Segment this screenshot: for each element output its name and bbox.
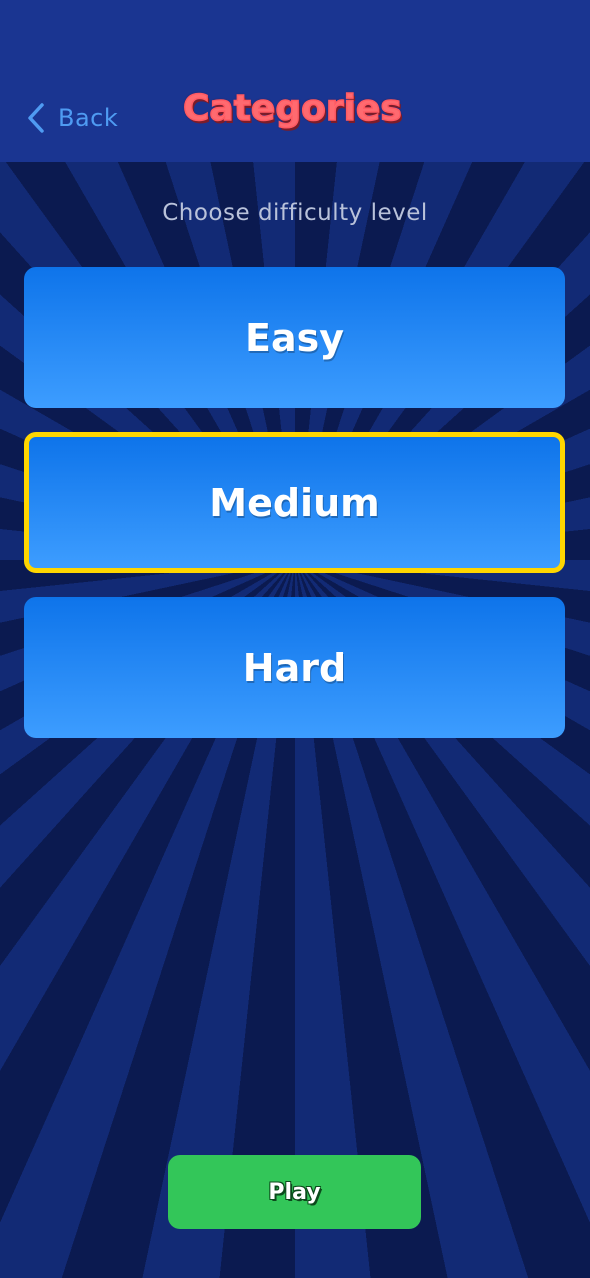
page-title: Categories bbox=[182, 87, 402, 130]
back-button[interactable]: Back bbox=[26, 100, 118, 136]
difficulty-prompt: Choose difficulty level bbox=[162, 200, 428, 226]
difficulty-screen: Back Categories Choose difficulty level … bbox=[0, 0, 590, 1278]
back-label: Back bbox=[58, 104, 119, 132]
play-label: Play bbox=[268, 1179, 321, 1205]
difficulty-option-hard[interactable]: Hard bbox=[24, 597, 565, 738]
difficulty-option-medium[interactable]: Medium bbox=[24, 432, 565, 573]
difficulty-option-label: Medium bbox=[209, 480, 380, 525]
difficulty-option-easy[interactable]: Easy bbox=[24, 267, 565, 408]
chevron-left-icon bbox=[26, 102, 46, 134]
difficulty-option-label: Hard bbox=[242, 645, 347, 690]
header-bar: Back Categories bbox=[0, 0, 590, 162]
play-button[interactable]: Play bbox=[168, 1155, 421, 1229]
difficulty-option-label: Easy bbox=[245, 315, 344, 360]
